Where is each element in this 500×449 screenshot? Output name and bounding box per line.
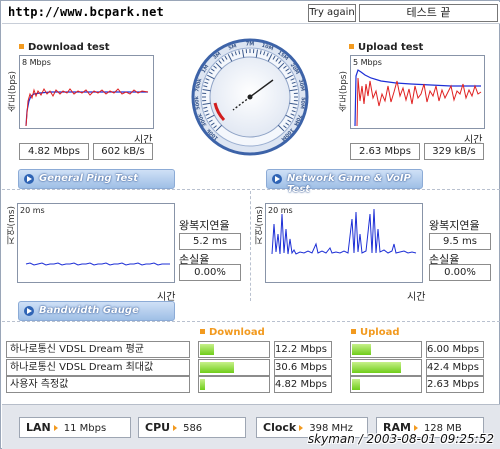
arrow-right-icon bbox=[24, 174, 34, 184]
ping-graph: 20 ms bbox=[17, 203, 175, 283]
triangle-icon bbox=[413, 425, 418, 431]
download-graph: 8 Mbps bbox=[19, 55, 154, 129]
bandwidth-gauge-section: Bandwidth Gauge bbox=[18, 301, 175, 321]
top-bar: http://www.bcpark.net Try again 테스트 끝 bbox=[2, 2, 500, 24]
test-status: 테스트 끝 bbox=[359, 4, 498, 22]
speed-dial-gauge: 100k300k500k700k1M3M5M 7M 10M15M20M30M50M7… bbox=[191, 38, 309, 156]
lan-info: LAN 11 Mbps bbox=[19, 417, 131, 438]
speed-dial: 100k 300k 500k 700k 1M 3M 5M 7M 10M 15M 20M 30M 50M 7… bbox=[191, 38, 309, 156]
upload-bar-fill bbox=[352, 344, 371, 355]
dial-label: 7M bbox=[246, 42, 254, 48]
download-gauge-header: Download bbox=[200, 327, 265, 338]
system-info-bar: LAN 11 Mbps CPU 586 Clock 398 MHz RAM 128 MB… bbox=[2, 404, 500, 449]
triangle-icon bbox=[53, 425, 58, 431]
site-url: http://www.bcpark.net bbox=[8, 5, 164, 19]
upload-ylabel: 속도(bps) bbox=[339, 71, 349, 113]
upload-scale: 5 Mbps bbox=[353, 58, 382, 67]
download-bar bbox=[198, 341, 270, 358]
upload-value: 42.4 Mbps bbox=[426, 359, 484, 376]
ping-line-chart bbox=[25, 262, 170, 266]
ping-loss: 0.00% bbox=[179, 264, 241, 281]
game-graph: 20 ms bbox=[265, 203, 423, 283]
download-scale: 8 Mbps bbox=[22, 58, 51, 67]
arrow-right-icon bbox=[272, 174, 282, 184]
arrow-right-icon bbox=[24, 306, 34, 316]
gauge-row-label: 하나로통신 VDSL Dream 최대값 bbox=[6, 359, 190, 376]
orange-square-icon bbox=[351, 328, 356, 334]
upload-bar bbox=[350, 341, 422, 358]
upload-bar-fill bbox=[352, 379, 360, 390]
ping-scale: 20 ms bbox=[20, 206, 45, 215]
download-value: 12.2 Mbps bbox=[274, 341, 332, 358]
download-mbps: 4.82 Mbps bbox=[19, 143, 89, 160]
upload-value: 6.00 Mbps bbox=[426, 341, 484, 358]
orange-square-icon bbox=[200, 328, 205, 334]
game-xlabel: 시간 bbox=[407, 292, 426, 303]
game-line-chart bbox=[271, 208, 417, 255]
watermark-caption: skyman / 2003-08-01 09:25:52 bbox=[307, 432, 494, 446]
upload-title: Upload test bbox=[349, 42, 423, 53]
download-value: 4.82 Mbps bbox=[274, 376, 332, 393]
speed-test-window: http://www.bcpark.net Try again 테스트 끝 Do… bbox=[0, 0, 500, 449]
download-kbs: 602 kB/s bbox=[93, 143, 153, 160]
divider bbox=[2, 321, 500, 322]
upload-value: 2.63 Mbps bbox=[426, 376, 484, 393]
cpu-info: CPU 586 bbox=[138, 417, 246, 438]
download-value: 30.6 Mbps bbox=[274, 359, 332, 376]
ping-rtt: 5.2 ms bbox=[179, 233, 241, 250]
game-rtt: 9.5 ms bbox=[429, 233, 491, 250]
upload-mbps: 2.63 Mbps bbox=[350, 143, 420, 160]
upload-bar bbox=[350, 376, 422, 393]
upload-kbs: 329 kB/s bbox=[424, 143, 484, 160]
game-scale: 20 ms bbox=[268, 206, 293, 215]
game-loss: 0.00% bbox=[429, 264, 491, 281]
upload-bar bbox=[350, 359, 422, 376]
orange-square-icon bbox=[349, 43, 354, 49]
download-bar bbox=[198, 376, 270, 393]
download-bar-fill bbox=[200, 379, 205, 390]
divider bbox=[250, 191, 251, 301]
download-bar-fill bbox=[200, 362, 234, 373]
triangle-icon bbox=[299, 425, 304, 431]
upload-bar-fill bbox=[352, 362, 401, 373]
upload-graph: 5 Mbps bbox=[350, 55, 485, 129]
upload-gauge-header: Upload bbox=[351, 327, 399, 338]
triangle-icon bbox=[173, 425, 178, 431]
download-title: Download test bbox=[19, 42, 110, 53]
gauge-row-label: 하나로통신 VDSL Dream 평균 bbox=[6, 341, 190, 358]
download-bar-fill bbox=[200, 344, 214, 355]
divider bbox=[2, 189, 500, 190]
orange-square-icon bbox=[19, 43, 24, 49]
game-voip-section: Network Game & VoIP Test bbox=[266, 169, 423, 195]
game-rtt-label: 왕복지연율 bbox=[429, 219, 480, 232]
gauge-row-label: 사용자 측정값 bbox=[6, 376, 190, 393]
ping-rtt-label: 왕복지연율 bbox=[179, 219, 230, 232]
download-ylabel: 속도(bps) bbox=[8, 71, 18, 113]
try-again-button[interactable]: Try again bbox=[308, 4, 356, 22]
general-ping-section: General Ping Test bbox=[18, 169, 175, 189]
download-bar bbox=[198, 359, 270, 376]
